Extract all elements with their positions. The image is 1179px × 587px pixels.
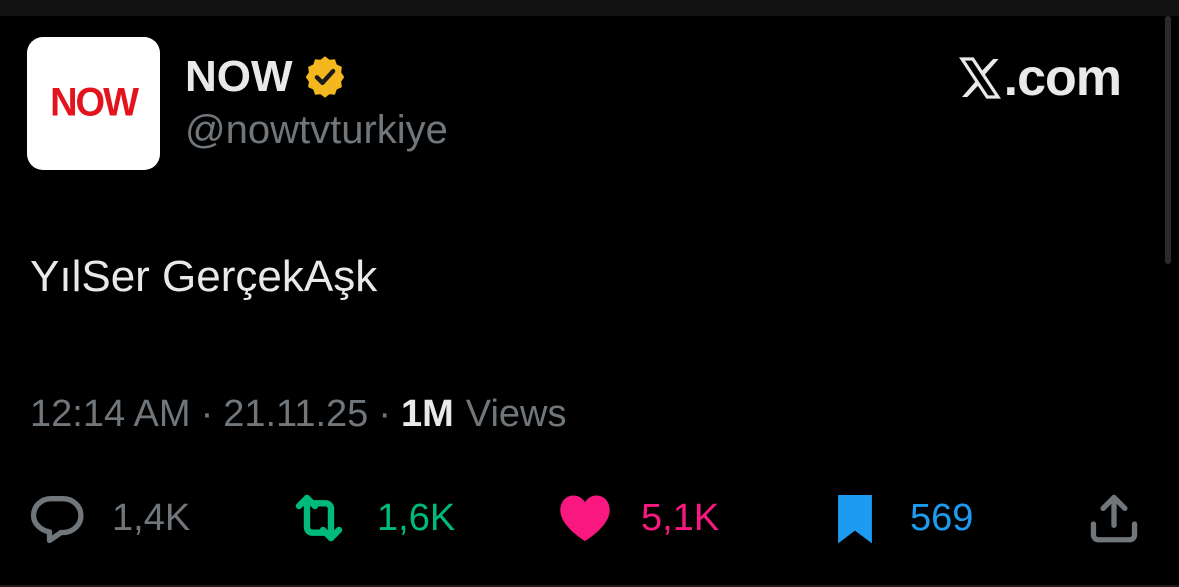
- reply-button[interactable]: 1,4K: [28, 488, 190, 548]
- tweet-time[interactable]: 12:14 AM: [30, 393, 191, 436]
- scrollbar[interactable]: [1165, 16, 1171, 264]
- views-count: 1M: [400, 393, 454, 435]
- bookmark-count: 569: [910, 496, 974, 539]
- name-row: NOW: [185, 52, 347, 102]
- reply-icon: [28, 489, 86, 547]
- brand-label: .com: [1003, 49, 1122, 107]
- share-icon: [1085, 489, 1143, 547]
- bookmark-button[interactable]: 569: [826, 488, 973, 548]
- tweet-screenshot: NOW NOW @nowtvturkiye .com YılSer Gerçek…: [0, 0, 1179, 587]
- x-logo-icon: [956, 54, 1004, 102]
- action-bar: 1,4K 1,6K 5,1K 569: [0, 488, 1179, 548]
- bookmark-icon: [826, 489, 884, 547]
- reply-count: 1,4K: [112, 496, 191, 539]
- separator: ·: [200, 393, 214, 435]
- retweet-button[interactable]: 1,6K: [287, 488, 455, 548]
- retweet-count: 1,6K: [377, 496, 456, 539]
- retweet-icon: [287, 486, 351, 550]
- brand-watermark: .com: [956, 49, 1122, 107]
- avatar-logo: NOW: [50, 80, 139, 126]
- handle[interactable]: @nowtvturkiye: [185, 108, 448, 153]
- top-bar: [0, 0, 1179, 16]
- views-label: Views: [465, 393, 567, 435]
- tweet-text: YılSer GerçekAşk: [30, 252, 378, 301]
- tweet-meta: 12:14 AM · 21.11.25 · 1M Views: [30, 393, 566, 436]
- avatar[interactable]: NOW: [27, 37, 160, 170]
- share-button[interactable]: [1085, 488, 1143, 548]
- heart-icon: [555, 488, 615, 548]
- separator: ·: [378, 393, 391, 435]
- like-button[interactable]: 5,1K: [555, 488, 719, 548]
- display-name[interactable]: NOW: [185, 52, 293, 102]
- tweet-date[interactable]: 21.11.25: [223, 393, 368, 436]
- like-count: 5,1K: [641, 496, 720, 539]
- verified-badge-icon: [303, 55, 347, 99]
